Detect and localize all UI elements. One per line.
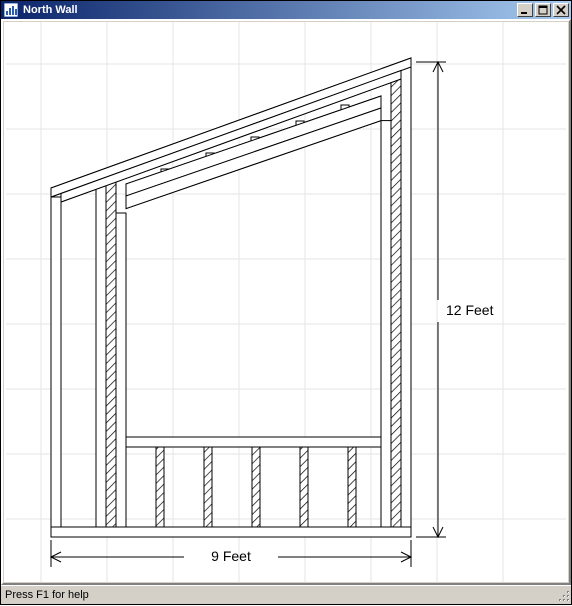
window-buttons [515,3,569,17]
cripple-studs-lower [156,447,356,527]
barchart-icon [3,2,19,18]
sill-plate [126,437,381,447]
drawing-canvas[interactable]: 9 Feet 12 Feet [4,22,568,582]
close-button[interactable] [553,3,569,17]
dimension-width-label: 9 Feet [211,548,251,564]
statusbar: Press F1 for help [1,585,571,604]
statusbar-text: Press F1 for help [5,589,89,601]
minimize-button[interactable] [517,3,533,17]
bottom-plate [51,527,411,537]
dimension-height-label: 12 Feet [446,302,494,318]
wall-framing-diagram: 9 Feet 12 Feet [4,22,568,582]
titlebar[interactable]: North Wall [1,1,571,19]
window-title: North Wall [21,4,515,16]
document-window: North Wall [0,0,572,605]
dimension-height [416,62,446,537]
drawing-client-area: 9 Feet 12 Feet [1,19,571,585]
resize-grip-icon[interactable] [555,587,571,603]
maximize-button[interactable] [535,3,551,17]
